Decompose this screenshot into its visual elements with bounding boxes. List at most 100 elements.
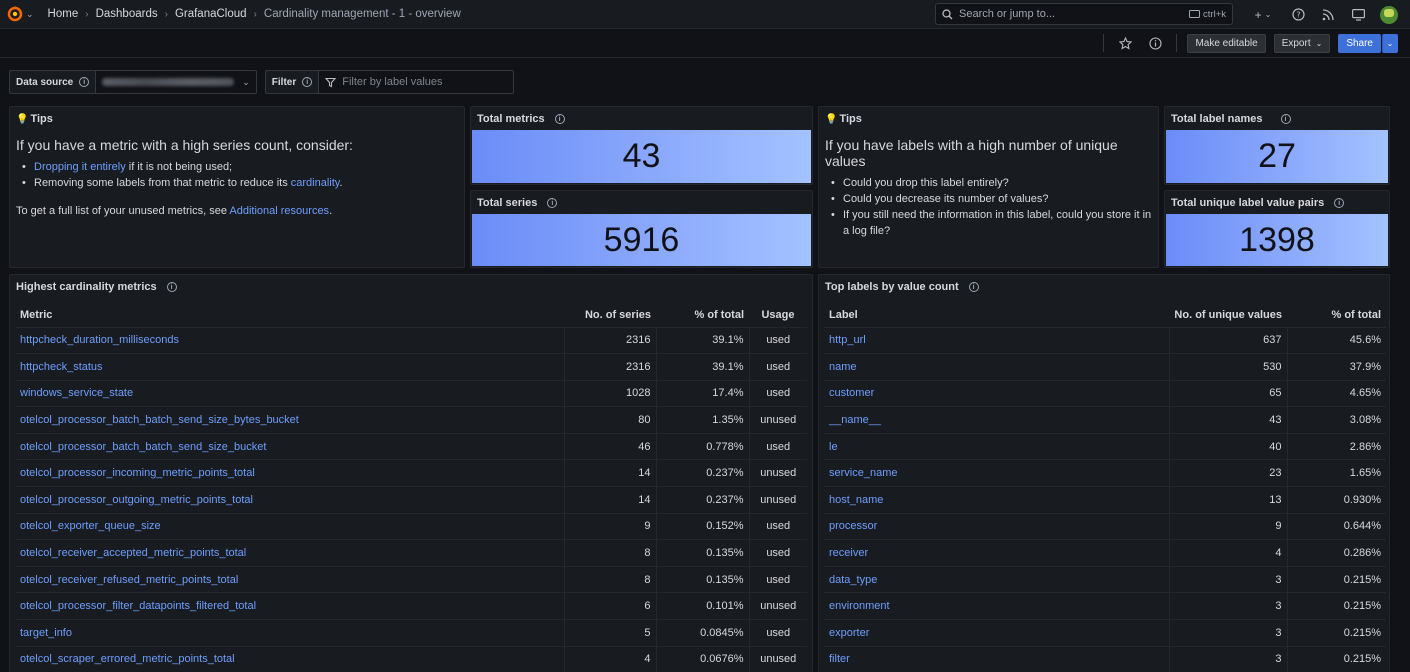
table-row: customer 65 4.65% <box>824 380 1386 408</box>
unique-values-count: 3 <box>1168 646 1287 672</box>
label-name-link[interactable]: name <box>824 353 1169 381</box>
label-name-link[interactable]: customer <box>824 380 1169 408</box>
unique-values-count: 3 <box>1168 566 1287 594</box>
metric-name-link[interactable]: otelcol_processor_filter_datapoints_filt… <box>15 592 564 621</box>
label-name-link[interactable]: data_type <box>824 566 1169 594</box>
stat-title: Total label names <box>1171 113 1263 125</box>
dashboard-info-icon[interactable] <box>1144 33 1166 53</box>
metric-name-link[interactable]: otelcol_processor_batch_batch_send_size_… <box>15 406 564 434</box>
table-row: target_info 5 0.0845% used <box>15 619 807 647</box>
info-icon[interactable]: i <box>79 77 90 87</box>
label-name-link[interactable]: le <box>824 433 1169 461</box>
datasource-select[interactable]: ⌄ <box>95 70 257 94</box>
metric-name-link[interactable]: otelcol_scraper_errored_metric_points_to… <box>15 646 564 672</box>
unique-values-count: 65 <box>1168 380 1287 408</box>
info-icon[interactable]: i <box>968 282 979 292</box>
grafana-logo-icon[interactable] <box>6 5 24 23</box>
news-feed-icon[interactable] <box>1320 7 1336 23</box>
label-name-link[interactable]: receiver <box>824 539 1169 567</box>
series-count: 14 <box>563 486 656 514</box>
stat-value: 1398 <box>1166 214 1388 266</box>
make-editable-button[interactable]: Make editable <box>1187 33 1266 53</box>
label-name-link[interactable]: processor <box>824 513 1169 541</box>
user-avatar[interactable] <box>1380 5 1398 24</box>
info-icon[interactable]: i <box>554 114 565 124</box>
label-name-link[interactable]: http_url <box>824 327 1169 355</box>
filter-label-text: Filter <box>271 76 297 88</box>
breadcrumb: Home › Dashboards › GrafanaCloud › Cardi… <box>48 8 461 20</box>
percent-of-total: 37.9% <box>1286 353 1386 381</box>
metric-name-link[interactable]: otelcol_receiver_refused_metric_points_t… <box>15 566 564 594</box>
usage-status: used <box>748 566 807 594</box>
share-dropdown-button[interactable]: ⌄ <box>1382 33 1398 53</box>
panel-title: Total series i <box>477 197 558 209</box>
percent-of-total: 0.0676% <box>655 646 749 672</box>
label-name-link[interactable]: host_name <box>824 486 1169 514</box>
panel-title: Top labels by value count i <box>825 281 979 293</box>
chevron-down-icon: ⌄ <box>1386 38 1394 48</box>
panel-title: Highest cardinality metrics i <box>16 281 177 293</box>
breadcrumb-folder[interactable]: GrafanaCloud <box>175 8 247 20</box>
unique-values-count: 43 <box>1168 406 1287 434</box>
metric-name-link[interactable]: otelcol_exporter_queue_size <box>15 513 564 541</box>
help-icon[interactable]: ? <box>1290 7 1306 23</box>
label-name-link[interactable]: __name__ <box>824 406 1169 434</box>
info-icon[interactable]: i <box>166 282 177 292</box>
series-count: 80 <box>563 406 656 434</box>
table-title: Highest cardinality metrics <box>16 281 157 293</box>
share-button[interactable]: Share <box>1338 33 1381 53</box>
metric-name-link[interactable]: httpcheck_status <box>15 353 564 381</box>
breadcrumb-dashboards[interactable]: Dashboards <box>96 8 158 20</box>
metric-name-link[interactable]: windows_service_state <box>15 380 564 408</box>
panel-title: Total label names i <box>1171 113 1291 125</box>
col-header-percent[interactable]: % of total <box>1287 303 1386 328</box>
plus-icon[interactable]: + ⌄ <box>1250 7 1276 23</box>
stat-value: 27 <box>1166 130 1388 183</box>
col-header-usage[interactable]: Usage <box>749 303 807 328</box>
info-icon[interactable]: i <box>302 77 313 87</box>
unique-values-count: 13 <box>1168 486 1287 514</box>
metric-name-link[interactable]: httpcheck_duration_milliseconds <box>15 327 564 355</box>
additional-resources-link[interactable]: Additional resources <box>229 205 329 217</box>
table-header-row: Label No. of unique values % of total <box>824 303 1386 328</box>
label-name-link[interactable]: filter <box>824 646 1169 672</box>
info-icon[interactable]: i <box>1280 114 1291 124</box>
col-header-percent[interactable]: % of total <box>656 303 749 328</box>
unique-values-count: 4 <box>1168 539 1287 567</box>
percent-of-total: 0.215% <box>1286 592 1386 621</box>
filter-input[interactable]: Filter by label values <box>318 70 515 94</box>
export-button[interactable]: Export ⌄ <box>1273 33 1331 53</box>
col-header-metric[interactable]: Metric <box>15 303 564 328</box>
metrics-table-body: httpcheck_duration_milliseconds 2316 39.1%… <box>15 327 807 672</box>
table-row: data_type 3 0.215% <box>824 566 1386 594</box>
cardinality-link[interactable]: cardinality <box>291 177 340 189</box>
table-row: otelcol_exporter_queue_size 9 0.152% used <box>15 513 807 541</box>
percent-of-total: 0.135% <box>655 539 749 567</box>
menu-caret-icon[interactable]: ⌄ <box>26 9 34 20</box>
col-header-unique-values[interactable]: No. of unique values <box>1169 303 1287 328</box>
dropping-entirely-link[interactable]: Dropping it entirely <box>34 161 126 173</box>
search-input[interactable]: Search or jump to... ctrl+k <box>935 3 1233 25</box>
unique-values-count: 3 <box>1168 592 1287 621</box>
col-header-series[interactable]: No. of series <box>564 303 656 328</box>
metric-name-link[interactable]: otelcol_processor_outgoing_metric_points… <box>15 486 564 514</box>
metric-name-link[interactable]: otelcol_processor_batch_batch_send_size_… <box>15 433 564 461</box>
tip-text: To get a full list of your unused metric… <box>16 205 230 217</box>
col-header-label[interactable]: Label <box>824 303 1169 328</box>
breadcrumb-home[interactable]: Home <box>48 8 79 20</box>
label-name-link[interactable]: service_name <box>824 459 1169 488</box>
label-name-link[interactable]: environment <box>824 592 1169 621</box>
kiosk-icon[interactable] <box>1350 7 1366 23</box>
label-name-link[interactable]: exporter <box>824 619 1169 647</box>
stat-value: 5916 <box>472 214 811 266</box>
chevron-right-icon: › <box>85 8 89 20</box>
usage-status: used <box>748 380 807 408</box>
usage-status: used <box>748 619 807 647</box>
metric-name-link[interactable]: otelcol_processor_incoming_metric_points… <box>15 459 564 488</box>
metric-name-link[interactable]: target_info <box>15 619 564 647</box>
info-icon[interactable]: i <box>1334 198 1345 208</box>
info-icon[interactable]: i <box>547 198 558 208</box>
star-icon[interactable] <box>1114 33 1136 53</box>
unique-values-count: 3 <box>1168 619 1287 647</box>
metric-name-link[interactable]: otelcol_receiver_accepted_metric_points_… <box>15 539 564 567</box>
